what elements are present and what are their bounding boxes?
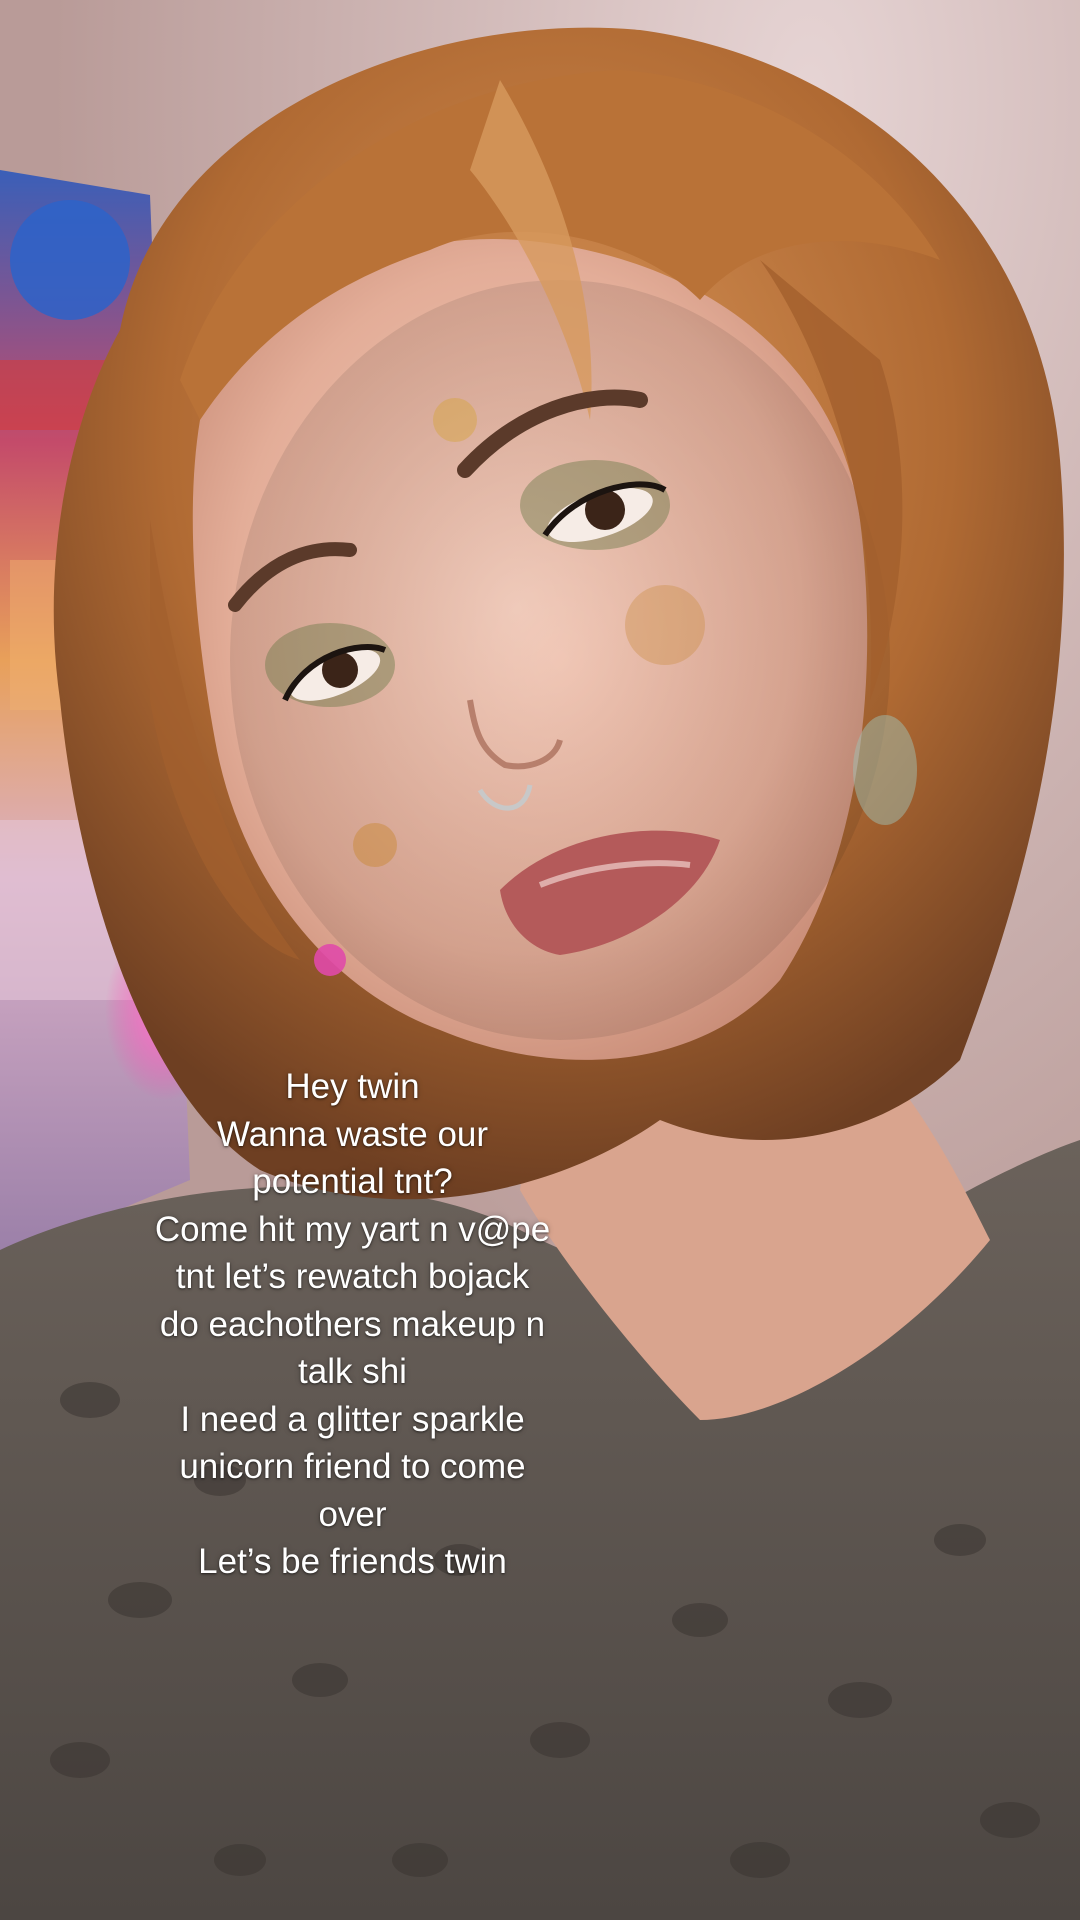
- overlay-caption: Hey twin Wanna waste our potential tnt? …: [80, 1063, 625, 1586]
- caption-line: I need a glitter sparkle: [180, 1399, 525, 1439]
- video-frame: Hey twin Wanna waste our potential tnt? …: [0, 0, 1080, 1920]
- selfie-illustration: [0, 0, 1080, 1920]
- caption-line: over: [318, 1494, 387, 1534]
- caption-line: potential tnt?: [252, 1162, 453, 1201]
- caption-line: Let’s be friends twin: [198, 1542, 507, 1581]
- jaw-spot: [853, 715, 917, 825]
- caption-line: do eachothers makeup n: [159, 1304, 546, 1344]
- cheek-spot-right: [625, 585, 705, 665]
- selfie-photo: [0, 0, 1080, 1920]
- caption-line: Hey twin: [285, 1067, 420, 1106]
- earring: [314, 944, 346, 976]
- caption-line: talk shi: [298, 1352, 407, 1391]
- cheek-spot-left: [353, 823, 397, 867]
- poster-circle: [10, 200, 130, 320]
- caption-line: tnt let’s rewatch bojack: [175, 1257, 530, 1296]
- forehead-spot: [433, 398, 477, 442]
- caption-line: unicorn friend to come: [179, 1447, 526, 1486]
- caption-line: Come hit my yart n v@pe: [154, 1209, 551, 1249]
- caption-line: Wanna waste our: [216, 1114, 489, 1154]
